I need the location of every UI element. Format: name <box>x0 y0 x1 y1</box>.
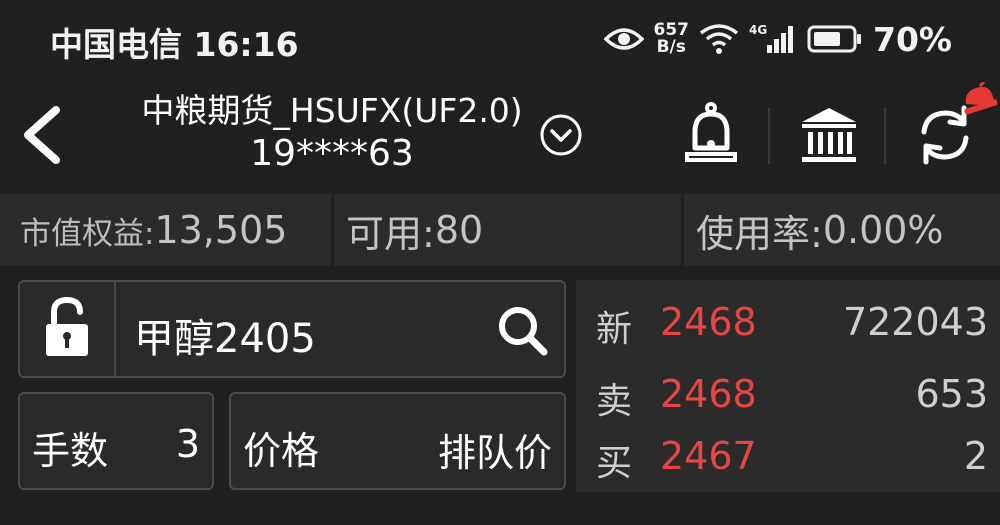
status-icons: 657 B/s 4G 70% <box>603 14 952 64</box>
bell-icon[interactable] <box>682 100 740 170</box>
net-speed-unit: B/s <box>656 37 686 57</box>
quote-label: 新 <box>596 309 633 350</box>
battery-percent: 70% <box>873 19 952 59</box>
account-number: 19****63 <box>250 133 414 174</box>
quote-label: 卖 <box>596 381 633 422</box>
net-speed: 657 B/s <box>654 22 690 56</box>
chevron-down-circle-icon[interactable] <box>538 112 584 158</box>
eye-icon <box>603 28 644 50</box>
quote-row-last: 新 2468 722043 <box>576 296 1000 350</box>
quote-volume: 722043 <box>842 300 988 344</box>
divider <box>884 108 886 164</box>
account-selector[interactable]: 中粮期货_HSUFX(UF2.0) 19****63 <box>112 90 552 176</box>
quote-row-ask: 卖 2468 653 <box>576 368 1000 422</box>
quote-label: 买 <box>596 443 633 484</box>
equity-value: 13,505 <box>154 208 288 252</box>
search-icon[interactable] <box>496 304 550 358</box>
broker-title: 中粮期货_HSUFX(UF2.0) <box>141 91 523 130</box>
equity-cell: 市值权益: 13,505 <box>20 194 287 266</box>
quote-price[interactable]: 2467 <box>660 434 757 478</box>
contract-input[interactable]: 甲醇2405 <box>18 280 566 378</box>
contract-name: 甲醇2405 <box>134 316 316 362</box>
back-arrow-icon[interactable] <box>14 100 74 170</box>
price-field[interactable]: 价格 排队价 <box>229 392 566 490</box>
quote-volume: 2 <box>963 434 988 478</box>
quote-panel: 新 2468 722043 卖 2468 653 买 2467 2 <box>576 280 1000 492</box>
signal-icon: 4G <box>749 23 793 53</box>
network-type: 4G <box>749 23 767 37</box>
price-value: 排队价 <box>437 431 552 475</box>
quote-price[interactable]: 2468 <box>660 300 757 344</box>
divider <box>768 108 770 164</box>
alarm-badge-icon <box>964 82 998 115</box>
available-value: 80 <box>434 208 484 252</box>
available-cell: 可用: 80 <box>346 194 483 266</box>
usage-cell: 使用率: 0.00% <box>696 194 944 266</box>
wifi-icon <box>699 24 739 54</box>
price-label: 价格 <box>243 429 320 473</box>
quote-price[interactable]: 2468 <box>660 372 757 416</box>
usage-label: 使用率: <box>696 211 823 256</box>
available-label: 可用: <box>346 211 435 256</box>
divider <box>331 194 334 266</box>
lots-label: 手数 <box>32 429 109 473</box>
carrier-time: 中国电信 16:16 <box>50 25 299 64</box>
lots-value: 3 <box>175 422 200 466</box>
quote-volume: 653 <box>915 372 988 416</box>
divider <box>681 194 684 266</box>
usage-value: 0.00% <box>822 208 944 252</box>
header: 中粮期货_HSUFX(UF2.0) 19****63 <box>0 82 1000 194</box>
account-summary: 市值权益: 13,505 可用: 80 使用率: 0.00% <box>0 194 1000 266</box>
equity-label: 市值权益: <box>20 215 155 252</box>
bank-icon[interactable] <box>798 104 860 168</box>
quote-row-bid: 买 2467 2 <box>576 430 1000 484</box>
status-bar: 中国电信 16:16 657 B/s 4G 70% <box>0 0 1000 82</box>
unlock-icon <box>46 296 88 356</box>
battery-icon <box>807 25 861 53</box>
lots-field[interactable]: 手数 3 <box>18 392 214 490</box>
lock-toggle[interactable] <box>20 282 116 376</box>
